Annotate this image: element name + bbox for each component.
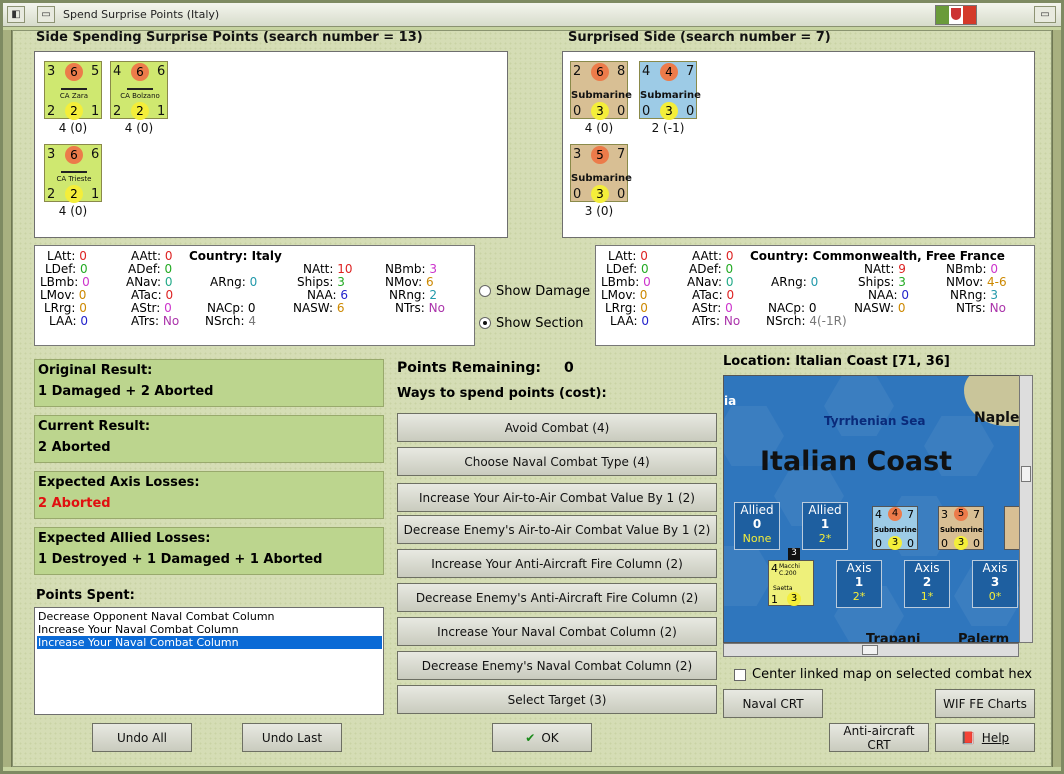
- allied-box-0[interactable]: Allied 0 None: [734, 502, 780, 550]
- left-frame-edge: [3, 30, 12, 767]
- location-label: Location: Italian Coast [71, 36]: [723, 354, 950, 369]
- points-remaining-label: Points Remaining:: [397, 360, 542, 376]
- map-label-trapani: Trapani: [866, 632, 921, 643]
- axis-box-2[interactable]: Axis 2 1*: [904, 560, 950, 608]
- show-damage-radio[interactable]: [479, 285, 491, 297]
- center-linked-label: Center linked map on selected combat hex: [752, 667, 1033, 682]
- decrease-enemy-naval-combat-button[interactable]: Decrease Enemy's Naval Combat Column (2): [397, 651, 717, 680]
- original-result-box: Original Result: 1 Damaged + 2 Aborted: [34, 359, 384, 407]
- show-section-label: Show Section: [496, 316, 584, 331]
- italy-flag-icon: [935, 5, 977, 25]
- unit-caption: 2 (-1): [651, 121, 685, 135]
- map-submarine-counter[interactable]: 447 Submarine 030: [872, 506, 918, 550]
- map-label-ia: ia: [724, 394, 737, 408]
- axis-losses-box: Expected Axis Losses: 2 Aborted: [34, 471, 384, 519]
- map-horizontal-scrollbar[interactable]: [723, 643, 1019, 657]
- undo-all-button[interactable]: Undo All: [92, 723, 192, 752]
- wif-fe-charts-button[interactable]: WIF FE Charts: [935, 689, 1035, 718]
- unit-counter-submarine[interactable]: 3 5 7 Submarine 0 3 0: [570, 144, 632, 203]
- coast-name: Italian Coast: [760, 446, 953, 477]
- points-remaining-value: 0: [564, 360, 574, 376]
- unit-caption: 3 (0): [584, 204, 614, 218]
- unit-caption: 4 (0): [58, 204, 88, 218]
- show-damage-label: Show Damage: [496, 284, 591, 299]
- map-plane-counter[interactable]: 4 Macchi C.200 Saetta 1 3: [768, 560, 814, 606]
- unit-counter-submarine[interactable]: 4 4 7 Submarine 0 3 0: [639, 61, 701, 120]
- increase-air-to-air-button[interactable]: Increase Your Air-to-Air Combat Value By…: [397, 483, 717, 512]
- unit-counter-ca-zara[interactable]: 3 6 5 CA Zara 2 2 1: [44, 61, 102, 120]
- unit-caption: 4 (0): [58, 121, 88, 135]
- unit-counter-ca-bolzano[interactable]: 4 6 6 CA Bolzano 2 2 1: [110, 61, 168, 120]
- left-units-panel: 3 6 5 CA Zara 2 2 1 4 (0) 4 6 6 CA Bolza…: [34, 51, 508, 238]
- close-button[interactable]: ▭: [1034, 6, 1056, 23]
- list-item[interactable]: Increase Your Naval Combat Column: [38, 623, 239, 636]
- map-submarine-counter-partial[interactable]: [1004, 506, 1019, 550]
- axis-box-1[interactable]: Axis 1 2*: [836, 560, 882, 608]
- dialog-window: ◧ ▭ Spend Surprise Points (Italy) ▭ Side…: [0, 0, 1064, 774]
- show-section-radio[interactable]: [479, 317, 491, 329]
- increase-naval-combat-button[interactable]: Increase Your Naval Combat Column (2): [397, 617, 717, 646]
- unit-caption: 4 (0): [124, 121, 154, 135]
- help-book-icon: 📕: [960, 730, 976, 745]
- check-icon: ✔: [525, 730, 536, 745]
- window-menu-button[interactable]: ◧: [7, 6, 25, 23]
- right-stats-panel: LAtt: 0 AAtt: 0 Country: Commonwealth, F…: [595, 245, 1035, 346]
- ways-label: Ways to spend points (cost):: [397, 386, 607, 401]
- increase-anti-aircraft-button[interactable]: Increase Your Anti-Aircraft Fire Column …: [397, 549, 717, 578]
- allied-box-1[interactable]: Allied 1 2*: [802, 502, 848, 550]
- list-item-selected[interactable]: Increase Your Naval Combat Column: [37, 636, 382, 649]
- center-linked-checkbox[interactable]: [734, 669, 746, 681]
- right-units-panel: 2 6 8 Submarine 0 3 0 4 (0) 4 4 7 Submar…: [562, 51, 1035, 238]
- avoid-combat-button[interactable]: Avoid Combat (4): [397, 413, 717, 442]
- allied-losses-box: Expected Allied Losses: 1 Destroyed + 1 D…: [34, 527, 384, 575]
- unit-counter-ca-trieste[interactable]: 3 6 6 CA Trieste 2 2 1: [44, 144, 102, 203]
- choose-naval-combat-type-button[interactable]: Choose Naval Combat Type (4): [397, 447, 717, 476]
- unit-caption: 4 (0): [584, 121, 614, 135]
- naval-crt-button[interactable]: Naval CRT: [723, 689, 823, 718]
- left-stats-panel: LAtt: 0 AAtt: 0 Country: Italy LDef: 0 A…: [34, 245, 475, 346]
- map-label-palermo: Palerm: [958, 632, 1010, 643]
- minimize-button[interactable]: ▭: [37, 6, 55, 23]
- select-target-button[interactable]: Select Target (3): [397, 685, 717, 714]
- axis-box-3[interactable]: Axis 3 0*: [972, 560, 1018, 608]
- right-side-title: Surprised Side (search number = 7): [568, 30, 831, 45]
- map-vertical-scrollbar[interactable]: [1019, 375, 1033, 643]
- list-item[interactable]: Decrease Opponent Naval Combat Column: [38, 610, 275, 623]
- help-button[interactable]: 📕 Help: [935, 723, 1035, 752]
- map-submarine-counter[interactable]: 357 Submarine 030: [938, 506, 984, 550]
- decrease-enemy-anti-aircraft-button[interactable]: Decrease Enemy's Anti-Aircraft Fire Colu…: [397, 583, 717, 612]
- decrease-enemy-air-to-air-button[interactable]: Decrease Enemy's Air-to-Air Combat Value…: [397, 515, 717, 544]
- title-bar: ◧ ▭ Spend Surprise Points (Italy) ▭: [3, 3, 1061, 27]
- right-frame-edge: [1052, 30, 1061, 767]
- map-label-naples: Naple: [974, 410, 1020, 426]
- undo-last-button[interactable]: Undo Last: [242, 723, 342, 752]
- sea-name: Tyrrhenian Sea: [824, 414, 926, 428]
- left-side-title: Side Spending Surprise Points (search nu…: [36, 30, 423, 45]
- window-title: Spend Surprise Points (Italy): [63, 8, 220, 21]
- map-view[interactable]: ia Tyrrhenian Sea Naple Italian Coast Al…: [723, 375, 1020, 643]
- points-spent-label: Points Spent:: [36, 588, 135, 603]
- stack-count: 3: [788, 548, 800, 560]
- unit-counter-submarine[interactable]: 2 6 8 Submarine 0 3 0: [570, 61, 632, 120]
- ok-button[interactable]: ✔ OK: [492, 723, 592, 752]
- current-result-box: Current Result: 2 Aborted: [34, 415, 384, 463]
- points-spent-list[interactable]: Decrease Opponent Naval Combat Column In…: [34, 607, 384, 715]
- anti-aircraft-crt-button[interactable]: Anti-aircraft CRT: [829, 723, 929, 752]
